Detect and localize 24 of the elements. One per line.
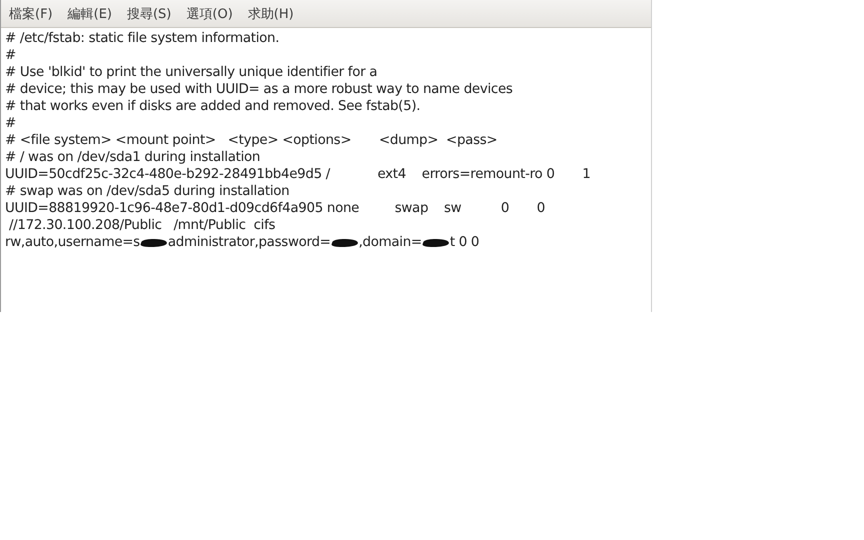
text-line: UUID=88819920-1c96-48e7-80d1-d09cd6f4a905 none swap sw 0 0 bbox=[5, 200, 546, 217]
menu-item[interactable]: 求助(H) bbox=[242, 2, 303, 26]
line-text: administrator,password= bbox=[168, 234, 331, 251]
text-line: # Use 'blkid' to print the universally unique identifier for a bbox=[5, 64, 378, 81]
line-text: t 0 0 bbox=[450, 234, 480, 251]
text-line: # <file system> <mount point> <type> <options> <dump> <pass> bbox=[5, 132, 498, 149]
menu-item[interactable]: 編輯(E) bbox=[62, 2, 121, 26]
text-line: # bbox=[5, 115, 17, 132]
text-line: # bbox=[5, 47, 17, 64]
menu-item[interactable]: 檔案(F) bbox=[3, 2, 62, 26]
text-line: # /etc/fstab: static file system information. bbox=[5, 30, 280, 47]
menu-item[interactable]: 選項(O) bbox=[180, 2, 242, 26]
line-text: rw,auto,username=s bbox=[5, 234, 140, 251]
redaction-mark bbox=[139, 238, 168, 246]
text-line: # that works even if disks are added and removed. See fstab(5). bbox=[5, 98, 422, 115]
text-line: # / was on /dev/sda1 during installation bbox=[5, 149, 262, 166]
text-line: //172.30.100.208/Public /mnt/Public cifs bbox=[8, 217, 276, 234]
menu-item[interactable]: 搜尋(S) bbox=[120, 2, 180, 26]
text-line: UUID=50cdf25c-32c4-480e-b292-28491bb4e9d5 / ext4 errors=remount-ro 0 1 bbox=[5, 166, 592, 183]
text-line: # device; this may be used with UUID= as a more robust way to name devices bbox=[5, 81, 514, 98]
redaction-mark bbox=[421, 238, 450, 246]
redaction-mark bbox=[330, 238, 360, 246]
line-text: ,domain= bbox=[358, 234, 422, 251]
text-line: # swap was on /dev/sda5 during installation bbox=[5, 183, 290, 200]
